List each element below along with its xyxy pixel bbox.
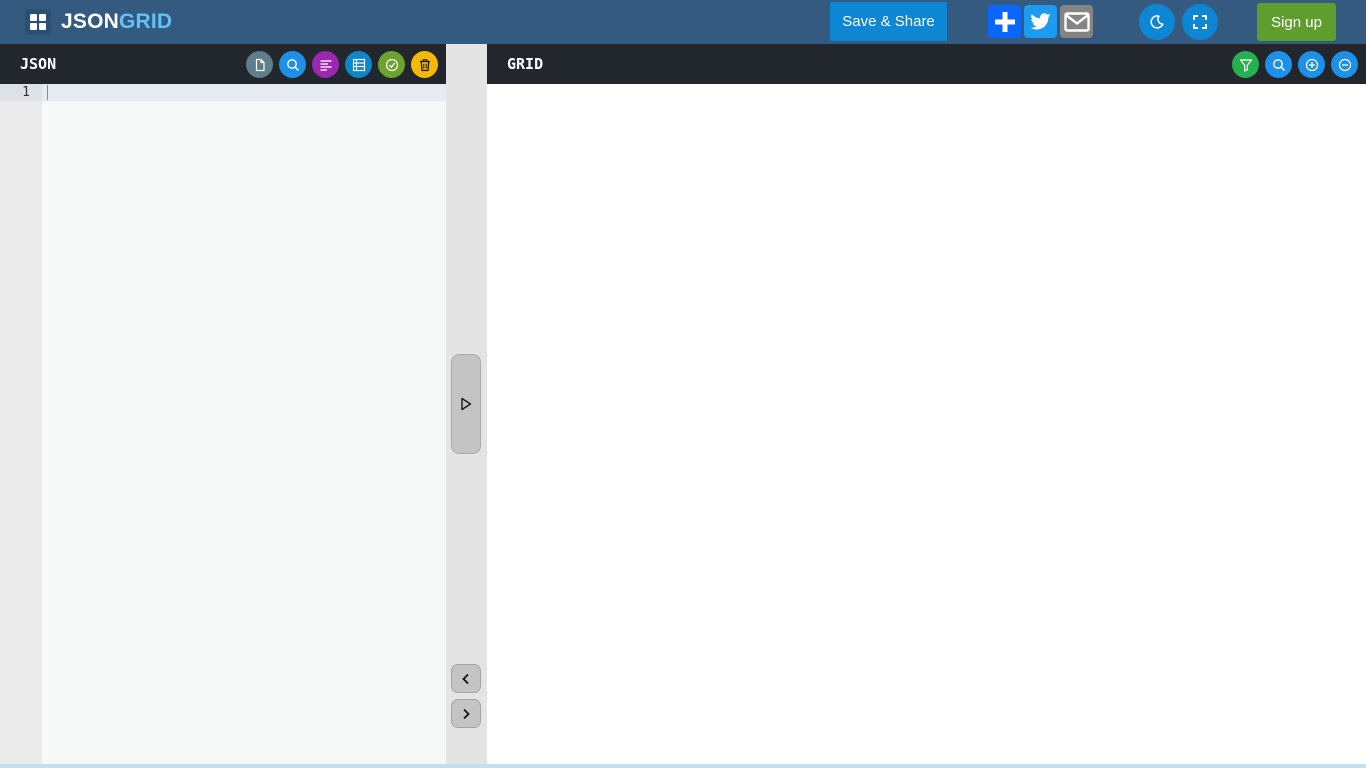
convert-to-grid-button[interactable] [451,354,481,454]
bottom-scrollbar[interactable] [0,764,1366,768]
grid-output-area [487,84,1366,764]
moon-icon [1150,15,1164,29]
play-icon [461,397,472,411]
expand-right-button[interactable] [451,699,481,728]
file-icon [255,58,265,71]
tree-view-button[interactable] [345,51,372,78]
json-panel-header: JSON [0,44,446,84]
collapse-left-button[interactable] [451,664,481,693]
trash-icon [419,58,430,71]
format-json-button[interactable] [312,51,339,78]
search-icon [286,58,299,71]
chevron-left-icon [462,673,469,684]
chevron-right-icon [463,708,470,719]
clear-json-button[interactable] [411,51,438,78]
dark-mode-toggle[interactable] [1139,4,1175,40]
apps-grid-icon [25,9,51,35]
panel-splitter[interactable] [446,44,487,764]
filter-icon [1239,58,1252,72]
share-more-button[interactable] [988,5,1021,38]
check-circle-icon [385,58,398,71]
grid-search-button[interactable] [1265,51,1292,78]
top-navigation-bar: JSONGRID Save & Share Sign up [0,0,1366,44]
active-line-highlight [42,84,446,101]
sign-up-button[interactable]: Sign up [1257,3,1336,41]
brand-name-grid: GRID [119,10,173,33]
list-view-icon [352,58,365,71]
save-and-share-button[interactable]: Save & Share [830,2,947,41]
twitter-icon [1030,12,1051,30]
line-number-gutter: 1 [0,84,42,764]
expand-all-button[interactable] [1298,51,1325,78]
search-icon [1272,58,1285,71]
validate-json-button[interactable] [378,51,405,78]
fullscreen-icon [1193,15,1207,29]
text-cursor [47,85,48,100]
json-panel-title: JSON [20,55,57,73]
align-left-icon [320,59,331,71]
grid-panel-title: GRID [507,55,544,73]
collapse-all-button[interactable] [1331,51,1358,78]
minus-circle-icon [1338,58,1351,71]
json-editor[interactable]: 1 [0,84,446,764]
grid-panel-header: GRID [487,44,1366,84]
plus-circle-icon [1305,58,1318,71]
share-email-button[interactable] [1060,5,1093,38]
brand-name: JSONGRID [61,10,172,34]
plus-icon [994,11,1015,32]
fullscreen-button[interactable] [1182,4,1218,40]
new-file-button[interactable] [246,51,273,78]
brand-logo[interactable]: JSONGRID [25,9,172,35]
line-number: 1 [22,85,30,100]
share-twitter-button[interactable] [1024,5,1057,38]
email-icon [1063,11,1090,32]
brand-name-json: JSON [61,10,119,33]
grid-filter-button[interactable] [1232,51,1259,78]
json-search-button[interactable] [279,51,306,78]
